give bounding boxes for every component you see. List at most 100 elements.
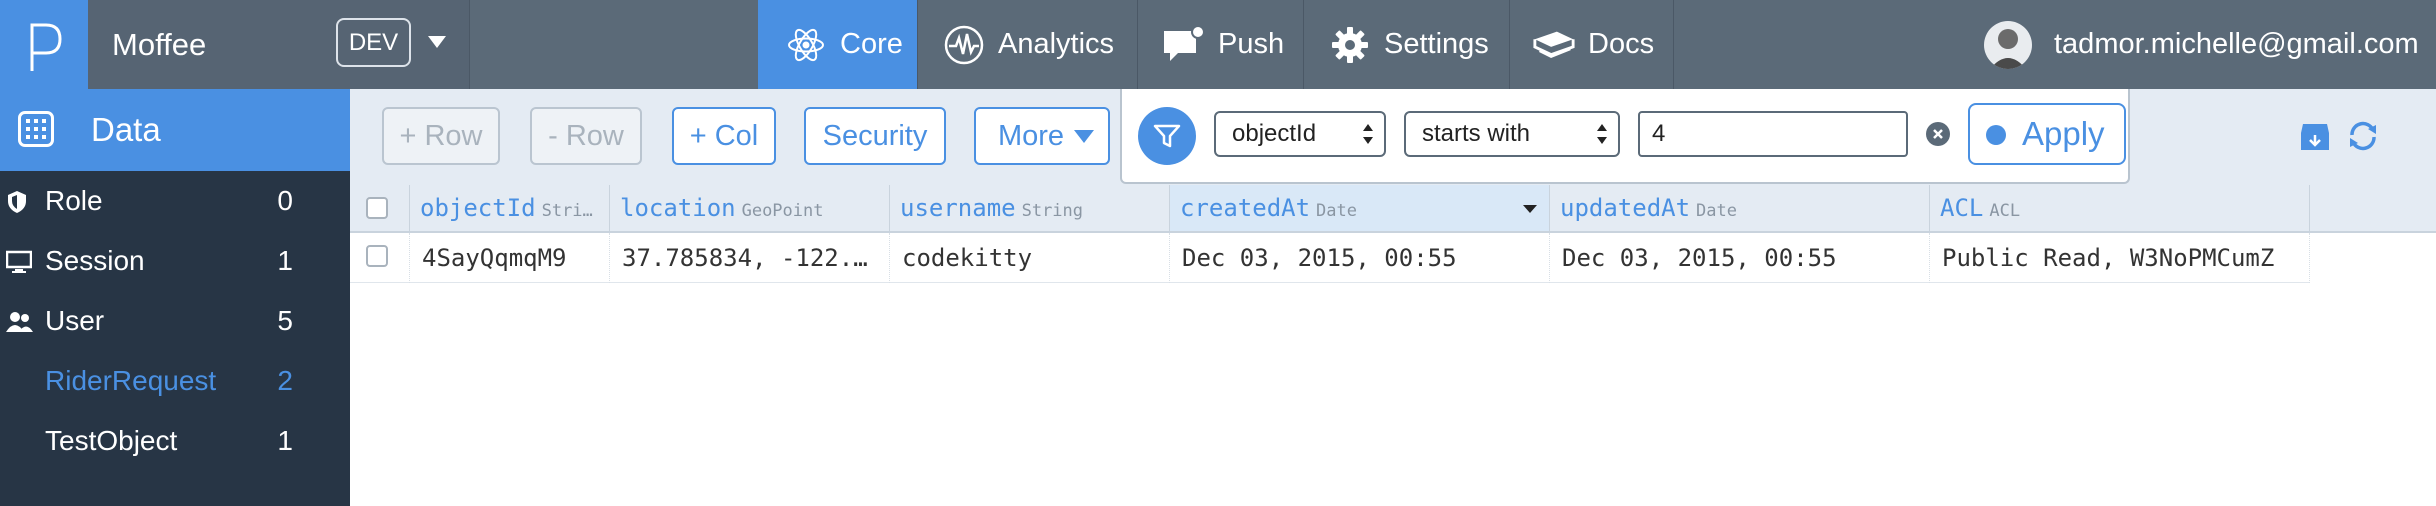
clear-filter-icon[interactable] — [1926, 122, 1950, 146]
apply-filter-button[interactable]: Apply — [1968, 103, 2126, 165]
tab-docs-label: Docs — [1588, 28, 1655, 60]
apply-button-label: Apply — [2022, 115, 2105, 152]
cell-acl[interactable]: Public Read, W3NoPMCumZ — [1930, 233, 2310, 283]
add-column-button[interactable]: + Col — [672, 107, 776, 165]
sidebar-item-session[interactable]: Session 1 — [0, 231, 350, 291]
column-type: String — [1021, 201, 1084, 221]
filter-value-input[interactable]: 4 — [1638, 111, 1908, 157]
filter-operator-value: starts with — [1422, 120, 1531, 147]
avatar — [1984, 20, 2032, 69]
users-icon — [6, 309, 33, 333]
column-header-objectid[interactable]: objectId Stri… — [410, 185, 610, 231]
env-badge[interactable]: DEV — [336, 18, 411, 67]
browser-toolbar: + Row - Row + Col Security More objectId… — [350, 89, 2436, 185]
column-header-createdat[interactable]: createdAt Date — [1170, 185, 1550, 231]
chat-icon — [1162, 23, 1206, 67]
sidebar-item-count: 1 — [277, 425, 293, 456]
column-header-username[interactable]: username String — [890, 185, 1170, 231]
sidebar-item-count: 2 — [277, 365, 293, 396]
cell-objectid[interactable]: 4SayQqmqM9 — [410, 233, 610, 283]
column-name: updatedAt — [1560, 194, 1691, 222]
user-menu[interactable]: tadmor.michelle@gmail.com — [1984, 0, 2419, 89]
tab-docs[interactable]: Docs — [1510, 0, 1674, 89]
tab-analytics-label: Analytics — [998, 28, 1115, 60]
column-name: ACL — [1940, 194, 1984, 222]
top-bar: Moffee DEV Core Analytics Push Settings … — [0, 0, 2436, 89]
parse-logo[interactable] — [0, 0, 88, 89]
row-checkbox[interactable] — [366, 245, 388, 267]
pulse-icon — [942, 23, 986, 67]
column-header-updatedat[interactable]: updatedAt Date — [1550, 185, 1930, 231]
column-type: ACL — [1989, 201, 2021, 221]
table-body: 4SayQqmqM9 37.785834, -122.… codekitty D… — [350, 233, 2436, 506]
select-all-checkbox[interactable] — [366, 197, 388, 219]
tab-core-label: Core — [840, 28, 903, 60]
sidebar-section-label: Data — [91, 111, 161, 148]
parse-logo-icon — [30, 23, 62, 71]
chevron-down-icon[interactable] — [428, 36, 446, 48]
column-type: GeoPoint — [741, 201, 824, 221]
row-select-cell — [350, 233, 410, 283]
sidebar-item-label: Session — [45, 245, 145, 276]
sidebar-item-testobject[interactable]: TestObject 1 — [0, 411, 350, 471]
tab-core[interactable]: Core — [758, 0, 918, 89]
filter-panel: objectId starts with 4 Apply — [1120, 89, 2130, 184]
filter-icon[interactable] — [1138, 107, 1196, 165]
select-arrows-icon — [1363, 124, 1373, 144]
table-header: objectId Stri… location GeoPoint username S… — [350, 185, 2436, 233]
export-icon[interactable] — [2298, 119, 2332, 153]
caret-down-icon — [1074, 130, 1094, 143]
sidebar-item-role[interactable]: Role 0 — [0, 171, 350, 231]
column-type: Date — [1316, 201, 1357, 221]
shield-icon — [6, 189, 32, 213]
filter-field-select[interactable]: objectId — [1214, 111, 1386, 157]
atom-icon — [784, 23, 828, 67]
gear-icon — [1328, 23, 1372, 67]
add-row-button[interactable]: + Row — [382, 107, 500, 165]
column-name: username — [900, 194, 1016, 222]
cell-location[interactable]: 37.785834, -122.… — [610, 233, 890, 283]
sidebar-item-count: 0 — [277, 185, 293, 216]
column-header-location[interactable]: location GeoPoint — [610, 185, 890, 231]
sidebar-item-label: Role — [45, 185, 103, 216]
filter-field-value: objectId — [1232, 120, 1317, 147]
sidebar-section-data[interactable]: Data — [0, 89, 350, 171]
refresh-icon[interactable] — [2346, 119, 2380, 153]
app-switcher[interactable]: Moffee DEV — [88, 0, 470, 89]
check-icon — [1986, 125, 2006, 161]
select-arrows-icon — [1597, 124, 1607, 144]
tab-push-label: Push — [1218, 28, 1285, 60]
more-button[interactable]: More — [974, 107, 1110, 165]
column-type: Date — [1696, 201, 1737, 221]
tab-push[interactable]: Push — [1138, 0, 1304, 89]
tab-settings-label: Settings — [1384, 28, 1489, 60]
sidebar-item-riderrequest[interactable]: RiderRequest 2 — [0, 351, 350, 411]
sidebar-item-count: 5 — [277, 305, 293, 336]
database-icon — [18, 111, 54, 147]
more-button-label: More — [997, 120, 1065, 152]
tab-analytics[interactable]: Analytics — [918, 0, 1138, 89]
column-name: objectId — [420, 194, 536, 222]
user-email: tadmor.michelle@gmail.com — [2054, 28, 2419, 60]
filter-operator-select[interactable]: starts with — [1404, 111, 1620, 157]
tab-settings[interactable]: Settings — [1304, 0, 1510, 89]
sidebar-item-count: 1 — [277, 245, 293, 276]
sidebar: Data Role 0 Session 1 User 5 RiderReques… — [0, 89, 350, 506]
cell-updatedat[interactable]: Dec 03, 2015, 00:55 — [1550, 233, 1930, 283]
monitor-icon — [5, 249, 33, 273]
table-row[interactable]: 4SayQqmqM9 37.785834, -122.… codekitty D… — [350, 233, 2310, 283]
column-name: createdAt — [1180, 194, 1311, 222]
column-type: Stri… — [541, 201, 593, 221]
column-name: location — [620, 194, 736, 222]
app-name: Moffee — [112, 27, 207, 62]
cell-username[interactable]: codekitty — [890, 233, 1170, 283]
sidebar-item-label: TestObject — [45, 425, 178, 456]
cell-createdat[interactable]: Dec 03, 2015, 00:55 — [1170, 233, 1550, 283]
sidebar-item-label: RiderRequest — [45, 365, 217, 396]
select-all-cell — [350, 185, 410, 231]
sidebar-item-user[interactable]: User 5 — [0, 291, 350, 351]
security-button[interactable]: Security — [804, 107, 946, 165]
column-header-acl[interactable]: ACL ACL — [1930, 185, 2310, 231]
sort-descending-icon[interactable] — [1523, 205, 1537, 213]
remove-row-button[interactable]: - Row — [530, 107, 642, 165]
